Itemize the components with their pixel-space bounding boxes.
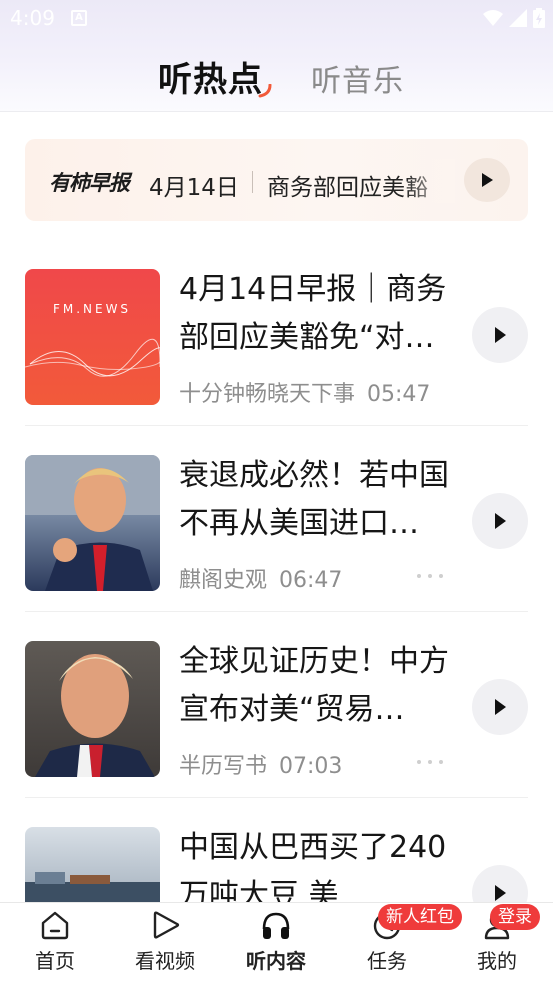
home-icon [41, 911, 69, 940]
play-icon [495, 327, 506, 343]
video-play-icon [153, 911, 180, 939]
bottom-navigation: 首页 看视频 听内容 任务 新人红包 我的 登录 [0, 902, 553, 984]
brief-play-button[interactable] [464, 158, 510, 202]
morning-brief-card[interactable]: 有柿早报 4月14日 商务部回应美豁 [25, 139, 528, 221]
play-icon [482, 173, 493, 187]
signal-icon [509, 9, 527, 27]
headphones-icon [262, 912, 290, 939]
battery-icon [533, 8, 545, 28]
login-badge: 登录 [490, 904, 540, 930]
news-play-button[interactable] [472, 679, 528, 735]
news-item[interactable]: FM.NEWS 4月14日早报｜商务部回应美豁免“对等关税” 十分钟畅晓天下事 0… [25, 240, 528, 426]
notification-icon: A [71, 10, 87, 26]
news-item[interactable]: 全球见证历史！中方宣布对美“贸易… 半历写书 07:03 [25, 612, 528, 798]
news-title: 4月14日早报｜商务部回应美豁免“对等关税” [179, 272, 447, 355]
play-icon [495, 513, 506, 529]
news-duration: 06:47 [279, 568, 343, 593]
nav-profile[interactable]: 我的 登录 [442, 903, 552, 984]
brief-fade [405, 159, 455, 203]
tab-hot[interactable]: 听热点 [158, 52, 263, 101]
news-title: 衰退成必然！若中国不再从美国进口… [179, 458, 449, 541]
brief-divider [252, 171, 253, 193]
tab-music[interactable]: 听音乐 [311, 56, 404, 100]
brief-logo: 有柿早报 [49, 171, 130, 195]
play-icon [495, 699, 506, 715]
brief-date: 4月14日 [149, 175, 239, 201]
news-thumbnail-photo [25, 455, 160, 591]
news-play-button[interactable] [472, 493, 528, 549]
news-source: 十分钟畅晓天下事 [179, 382, 356, 407]
news-title: 全球见证历史！中方宣布对美“贸易… [179, 644, 449, 727]
news-item[interactable]: 衰退成必然！若中国不再从美国进口… 麒阁史观 06:47 [25, 426, 528, 612]
nav-label: 首页 [35, 949, 75, 973]
news-thumbnail-photo [25, 641, 160, 777]
news-duration: 05:47 [367, 382, 431, 407]
news-duration: 07:03 [279, 754, 343, 779]
nav-tasks[interactable]: 任务 新人红包 [332, 903, 462, 984]
nav-label: 我的 [477, 949, 517, 973]
thumb-label: FM.NEWS [53, 302, 131, 316]
status-icons [483, 8, 545, 28]
nav-label: 听内容 [246, 949, 306, 973]
nav-label: 看视频 [135, 949, 195, 973]
more-options-icon[interactable] [415, 572, 445, 580]
tab-bar: 听热点 听音乐 [0, 50, 553, 100]
news-play-button[interactable] [472, 307, 528, 363]
news-source: 麒阁史观 [179, 568, 268, 593]
nav-listen[interactable]: 听内容 [221, 903, 331, 984]
more-options-icon[interactable] [415, 758, 445, 766]
tab-indicator-icon [258, 84, 272, 98]
status-time: 4:09 [10, 6, 55, 30]
news-meta: 十分钟畅晓天下事 05:47 [179, 376, 430, 408]
news-source: 半历写书 [179, 754, 268, 779]
nav-label: 任务 [367, 949, 407, 973]
nav-video[interactable]: 看视频 [110, 903, 220, 984]
news-meta: 半历写书 07:03 [179, 748, 342, 780]
news-thumbnail-fm: FM.NEWS [25, 269, 160, 405]
nav-home[interactable]: 首页 [0, 903, 110, 984]
header: 4:09 A 听热点 听音乐 [0, 0, 553, 112]
news-meta: 麒阁史观 06:47 [179, 562, 342, 594]
status-bar: 4:09 A [0, 0, 553, 38]
wifi-icon [483, 10, 503, 26]
